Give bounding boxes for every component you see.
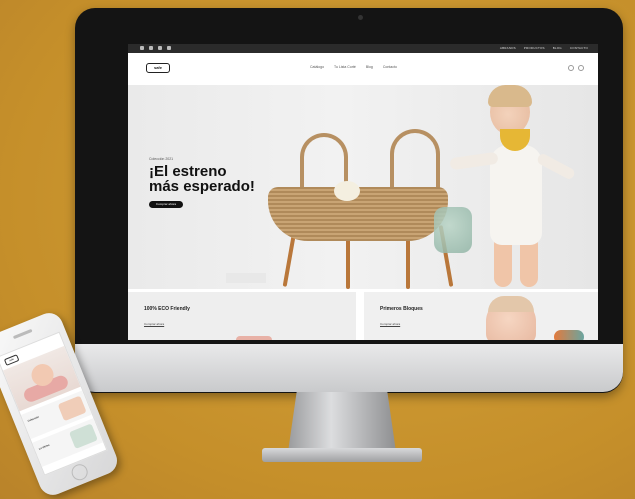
- topbar-link[interactable]: ABRANDS: [500, 45, 516, 52]
- facebook-icon[interactable]: [140, 46, 144, 50]
- nav-item[interactable]: Tu Lista Corté: [334, 65, 356, 69]
- tile-link[interactable]: Comprar ahora: [380, 322, 400, 326]
- hero-tagline: Colección 2021: [149, 157, 174, 161]
- plush-toy-image: [334, 181, 360, 201]
- hero-cta-button[interactable]: Comprar ahora: [149, 201, 183, 208]
- main-nav: Catálogo Tu Lista Corté Blog Contacto: [310, 65, 397, 69]
- instagram-icon[interactable]: [158, 46, 162, 50]
- monitor-chin: [75, 344, 623, 392]
- home-button[interactable]: [69, 461, 91, 483]
- cart-icon[interactable]: [578, 65, 584, 71]
- hero-title: ¡El estreno más esperado!: [149, 163, 255, 195]
- tile-title: 100% ECO Friendly: [144, 306, 190, 312]
- nav-item[interactable]: Contacto: [383, 65, 397, 69]
- phone-tile-title: Colección: [27, 415, 40, 423]
- monitor-stand: [288, 392, 396, 452]
- nav-item[interactable]: Catálogo: [310, 65, 324, 69]
- hero-banner: Colección 2021 ¡El estreno más esperado!…: [128, 85, 598, 289]
- topbar: ABRANDS PRODUCTOS BLOG CONTACTO: [128, 44, 598, 53]
- hanging-toy-image: [434, 207, 472, 253]
- camera-dot: [358, 15, 363, 20]
- phone-speaker: [12, 328, 33, 340]
- tile-link[interactable]: Comprar ahora: [144, 322, 164, 326]
- website-screen: ABRANDS PRODUCTOS BLOG CONTACTO safe Cat…: [128, 44, 598, 344]
- tile-title: Primeros Bloques: [380, 306, 423, 312]
- site-logo[interactable]: safe: [146, 63, 170, 73]
- topbar-link[interactable]: BLOG: [553, 45, 562, 52]
- child-hair: [488, 85, 532, 107]
- topbar-link[interactable]: PRODUCTOS: [524, 45, 545, 52]
- social-links: [140, 46, 171, 50]
- child-body: [490, 145, 542, 245]
- category-tile[interactable]: Primeros Bloques Comprar ahora: [364, 292, 598, 344]
- folded-blanket-image: [226, 273, 266, 283]
- twitter-icon[interactable]: [149, 46, 153, 50]
- category-tiles: 100% ECO Friendly Comprar ahora Primeros…: [128, 292, 598, 344]
- header-icons: [568, 65, 584, 71]
- site-header: safe Catálogo Tu Lista Corté Blog Contac…: [128, 53, 598, 85]
- pinterest-icon[interactable]: [167, 46, 171, 50]
- phone-tile-image: [57, 395, 87, 422]
- phone-tile-image: [68, 423, 98, 450]
- nav-item[interactable]: Blog: [366, 65, 373, 69]
- baby-hair: [488, 296, 534, 312]
- search-icon[interactable]: [568, 65, 574, 71]
- category-tile[interactable]: 100% ECO Friendly Comprar ahora: [128, 292, 356, 344]
- topbar-link[interactable]: CONTACTO: [570, 45, 588, 52]
- monitor-stand-base: [262, 448, 422, 462]
- topbar-links: ABRANDS PRODUCTOS BLOG CONTACTO: [500, 45, 588, 52]
- phone-tile-title: Lo último: [38, 443, 51, 451]
